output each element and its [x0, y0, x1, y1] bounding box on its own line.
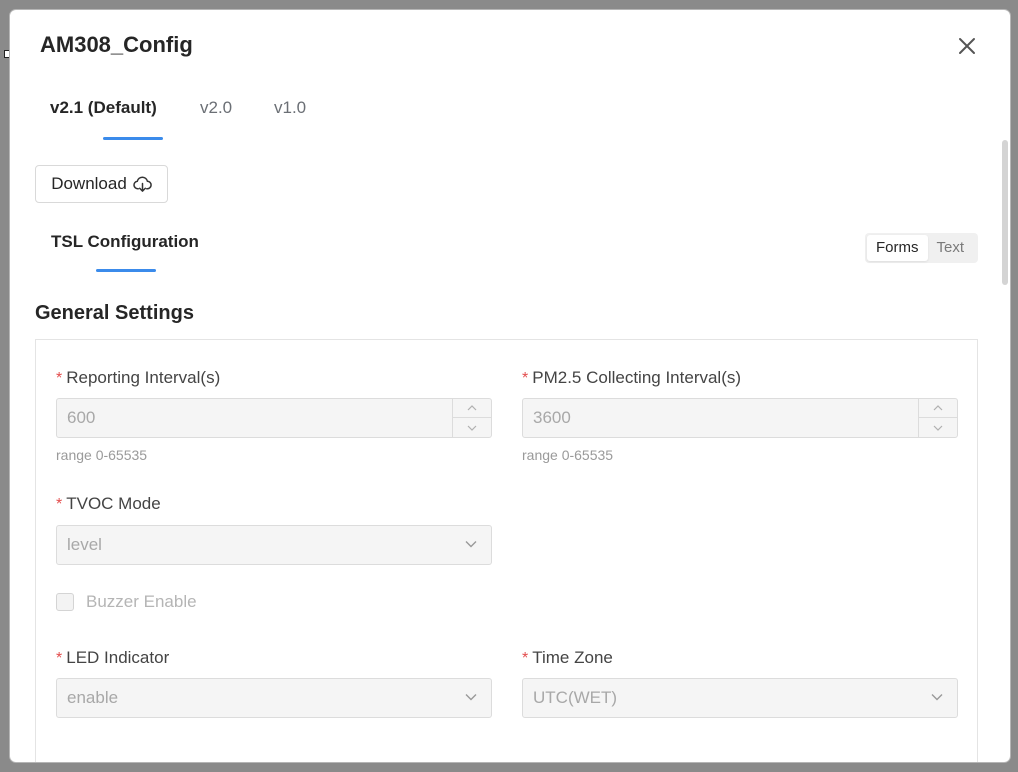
- tvoc-mode-label: * TVOC Mode: [56, 494, 161, 513]
- required-mark: *: [56, 370, 63, 387]
- view-toggle-forms[interactable]: Forms: [867, 235, 928, 261]
- time-zone-value: UTC(WET): [533, 688, 618, 707]
- pm25-interval-input[interactable]: 3600: [522, 398, 958, 438]
- view-toggle: Forms Text: [865, 233, 978, 263]
- pm25-interval-label: * PM2.5 Collecting Interval(s): [522, 368, 742, 387]
- tvoc-mode-value: level: [67, 535, 102, 554]
- required-mark: *: [56, 650, 63, 667]
- tvoc-mode-select[interactable]: level: [56, 525, 492, 565]
- required-mark: *: [522, 650, 529, 667]
- section-title: General Settings: [35, 302, 194, 324]
- stepper-down-button[interactable]: [453, 418, 491, 437]
- chevron-down-icon: [931, 694, 943, 701]
- led-indicator-label: * LED Indicator: [56, 648, 170, 667]
- chevron-down-icon: [465, 541, 477, 548]
- reporting-interval-stepper: [452, 399, 491, 437]
- buzzer-enable-checkbox[interactable]: [56, 593, 74, 611]
- pm25-interval-stepper: [918, 399, 957, 437]
- time-zone-select[interactable]: UTC(WET): [522, 678, 958, 718]
- required-mark: *: [56, 496, 63, 513]
- download-button[interactable]: Download: [35, 165, 168, 203]
- view-toggle-text[interactable]: Text: [928, 235, 974, 261]
- reporting-interval-help: range 0-65535: [56, 447, 148, 463]
- cloud-download-icon: [133, 175, 152, 192]
- chevron-down-icon: [465, 694, 477, 701]
- chevron-up-icon: [933, 405, 943, 411]
- version-tabs: v2.1 (Default) v2.0 v1.0: [40, 98, 940, 144]
- stepper-down-button[interactable]: [919, 418, 957, 437]
- reporting-interval-value: 600: [67, 408, 96, 427]
- dialog-title: AM308_Config: [40, 32, 193, 57]
- chevron-down-icon: [933, 425, 943, 431]
- time-zone-label: * Time Zone: [522, 648, 613, 667]
- active-tab-indicator: [103, 137, 163, 140]
- chevron-up-icon: [467, 405, 477, 411]
- tab-v2-0[interactable]: v2.0: [200, 98, 232, 118]
- tsl-tab-indicator: [96, 269, 156, 272]
- pm25-interval-value: 3600: [533, 408, 571, 427]
- stepper-up-button[interactable]: [453, 399, 491, 418]
- reporting-interval-input[interactable]: 600: [56, 398, 492, 438]
- pm25-interval-help: range 0-65535: [522, 447, 614, 463]
- buzzer-enable-label: Buzzer Enable: [86, 592, 197, 611]
- scrollbar-thumb[interactable]: [1002, 140, 1008, 285]
- led-indicator-select[interactable]: enable: [56, 678, 492, 718]
- tab-tsl-configuration[interactable]: TSL Configuration: [51, 232, 199, 252]
- download-label: Download: [51, 174, 127, 193]
- required-mark: *: [522, 370, 529, 387]
- reporting-interval-label: * Reporting Interval(s): [56, 368, 221, 387]
- tab-v2-1[interactable]: v2.1 (Default): [50, 98, 157, 118]
- general-settings-form: * Reporting Interval(s) 600 range 0-65535…: [35, 339, 978, 762]
- led-indicator-value: enable: [67, 688, 119, 707]
- tab-v1-0[interactable]: v1.0: [274, 98, 306, 118]
- config-dialog: AM308_Config v2.1 (Default) v2.0 v1.0 Do…: [10, 10, 1010, 762]
- stepper-up-button[interactable]: [919, 399, 957, 418]
- close-icon: [959, 38, 975, 54]
- close-button[interactable]: [955, 34, 979, 58]
- chevron-down-icon: [467, 425, 477, 431]
